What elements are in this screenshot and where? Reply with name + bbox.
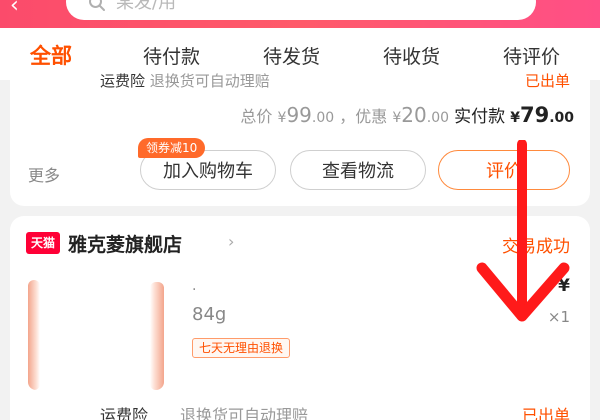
tab-pending-shipment[interactable]: 待发货 — [263, 42, 320, 69]
product-image[interactable] — [28, 270, 164, 390]
total-int: 99 — [286, 103, 312, 127]
discount-currency: ¥ — [392, 110, 402, 126]
discount-label: ，优惠 — [339, 107, 388, 126]
total-dec: .00 — [311, 110, 335, 126]
product-image-redacted — [42, 270, 150, 390]
search-placeholder: 某发/用 — [116, 0, 177, 13]
top-header: ‹ 某发/用 — [0, 0, 600, 28]
review-button[interactable]: 评价 — [438, 150, 570, 190]
insurance-label: 运费险 — [100, 72, 146, 90]
paid-currency: ¥ — [510, 110, 520, 126]
discount-int: 20 — [401, 103, 427, 127]
coupon-badge: 领券减10 — [138, 138, 206, 158]
price-summary: 总价 ¥99.00 ，优惠 ¥20.00 实付款 ¥79.00 — [240, 102, 574, 130]
view-logistics-button[interactable]: 查看物流 — [290, 150, 426, 190]
insurance-text: 退换货可自动理赔 — [180, 406, 309, 420]
insurance-status: 已出单 — [521, 406, 570, 420]
insurance-label: 运费险 — [100, 406, 149, 420]
paid-dec: .00 — [549, 110, 574, 126]
product-image-edge — [28, 280, 40, 390]
product-image-edge — [150, 282, 164, 390]
order-card: 天猫 雅克菱旗舰店 › 交易成功 · 84g 七天无理由退换 ¥ ×1 运费险 … — [10, 216, 590, 420]
item-price: ¥ — [558, 276, 570, 296]
shipping-insurance-row: 运费险 退换货可自动理赔 — [100, 70, 270, 91]
insurance-status: 已出单 — [524, 72, 570, 90]
insurance-text: 退换货可自动理赔 — [149, 72, 270, 90]
item-quantity: ×1 — [547, 308, 570, 326]
search-input[interactable]: 某发/用 — [66, 0, 536, 20]
chevron-right-icon[interactable]: › — [228, 234, 242, 250]
back-arrow-icon[interactable]: ‹ — [10, 0, 28, 18]
more-button[interactable]: 更多 — [28, 162, 60, 186]
tmall-icon: 天猫 — [26, 232, 60, 254]
product-weight: 84g — [192, 304, 227, 325]
paid-label: 实付款 — [454, 107, 506, 127]
product-spec: · — [192, 282, 197, 298]
store-name[interactable]: 雅克菱旗舰店 — [68, 230, 182, 257]
search-icon — [89, 0, 105, 11]
total-label: 总价 — [240, 107, 273, 126]
discount-dec: .00 — [426, 110, 450, 126]
paid-int: 79 — [519, 103, 550, 127]
tab-pending-review[interactable]: 待评价 — [503, 42, 560, 69]
trade-status: 交易成功 — [502, 237, 570, 257]
tab-pending-receipt[interactable]: 待收货 — [383, 42, 440, 69]
tab-pending-payment[interactable]: 待付款 — [143, 42, 200, 69]
order-card: 运费险 退换货可自动理赔 已出单 总价 ¥99.00 ，优惠 ¥20.00 实付… — [10, 66, 590, 206]
return-policy-tag: 七天无理由退换 — [192, 338, 291, 358]
